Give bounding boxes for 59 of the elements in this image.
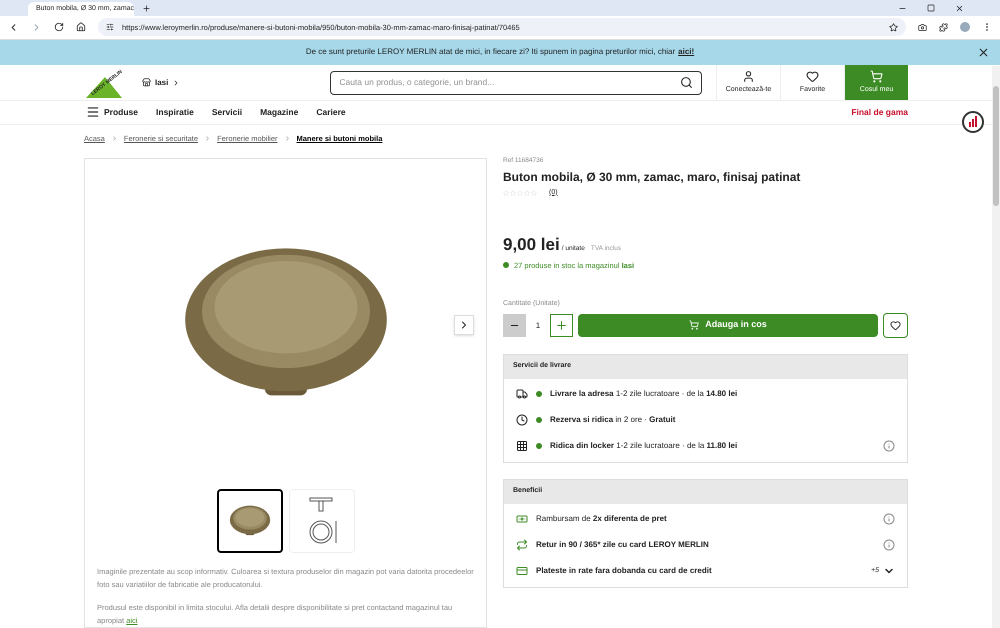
scrollbar[interactable]: [992, 66, 1000, 628]
chevron-icon: [110, 134, 118, 142]
close-icon[interactable]: [977, 46, 990, 59]
menu-icon: [86, 105, 100, 120]
site-settings-icon[interactable]: [106, 23, 114, 32]
chevron-icon: [204, 134, 212, 142]
truck-icon: [516, 388, 528, 400]
store-icon: [142, 78, 151, 88]
info-icon[interactable]: [883, 539, 895, 551]
service-text: Rezerva si ridica in 2 ore · Gratuit: [550, 414, 676, 426]
bookmark-icon[interactable]: [889, 22, 898, 32]
promo-link[interactable]: Final de gama: [851, 106, 908, 119]
maximize-icon[interactable]: [927, 4, 935, 12]
close-icon[interactable]: [955, 4, 964, 13]
nav-link[interactable]: Servicii: [212, 106, 242, 119]
heart-icon: [806, 70, 819, 83]
info-icon[interactable]: [883, 440, 895, 452]
reload-icon[interactable]: [54, 22, 64, 32]
chevron-icon: [284, 134, 291, 142]
quantity-field[interactable]: 1: [526, 314, 550, 336]
store-selector[interactable]: Iasi: [142, 76, 180, 89]
heart-icon: [890, 320, 901, 330]
search-icon[interactable]: [680, 76, 694, 90]
arrows-icon: [516, 539, 528, 551]
user-icon: [742, 70, 755, 83]
increase-button[interactable]: [550, 314, 573, 336]
service-text: Livrare la adresa 1-2 zile lucratoare · de la 14.80 lei: [550, 388, 738, 400]
knob-drawing: [228, 504, 270, 538]
product-title: Buton mobila, Ø 30 mm, zamac, maro, finisaj patinat: [503, 168, 802, 186]
cart-icon: [870, 70, 883, 83]
next-image-button[interactable]: [454, 315, 474, 335]
clock-icon: [516, 414, 528, 426]
service-text: Retur in 90 / 365* zile cu card LEROY MERLIN: [536, 539, 709, 551]
search-input[interactable]: Cauta un produs, o categorie, un brand...: [339, 76, 680, 90]
nav-link[interactable]: Inspiratie: [156, 106, 194, 119]
home-icon[interactable]: [76, 22, 86, 32]
favorite-button[interactable]: [883, 312, 908, 338]
banner-text: De ce sunt preturile LEROY MERLIN atat de mici, in fiecare zi? Iti spunem in pagina preturilor mici, chiar: [306, 46, 676, 58]
banknote-icon: [516, 513, 528, 525]
camera-icon[interactable]: [918, 22, 927, 32]
service-text: Ridica din locker 1-2 zile lucratoare · de la 11.80 lei: [550, 440, 738, 452]
extensions-icon[interactable]: [939, 22, 948, 32]
banner-link[interactable]: aici!: [678, 46, 694, 58]
products-menu-button[interactable]: Produse: [86, 105, 138, 120]
plus-icon: [555, 318, 568, 332]
grid-icon: [516, 440, 528, 452]
nav-link[interactable]: Magazine: [260, 106, 298, 119]
credit-card-icon: [516, 565, 528, 577]
search-bar[interactable]: Cauta un produs, o categorie, un brand...: [330, 70, 702, 95]
add-to-cart-button[interactable]: Adauga in cos: [578, 314, 878, 336]
service-text: Plateste in rate fara dobanda cu card de credit: [536, 565, 712, 577]
nav-link[interactable]: Cariere: [316, 106, 346, 119]
service-text: Rambursam de 2x diferenta de pret: [536, 513, 667, 525]
thumbnail[interactable]: [216, 489, 282, 553]
price: 9,00 lei: [503, 234, 560, 256]
analytics-badge[interactable]: [962, 111, 984, 133]
info-icon[interactable]: [883, 513, 895, 525]
new-tab-icon[interactable]: [142, 4, 151, 13]
cart-icon: [689, 320, 700, 330]
